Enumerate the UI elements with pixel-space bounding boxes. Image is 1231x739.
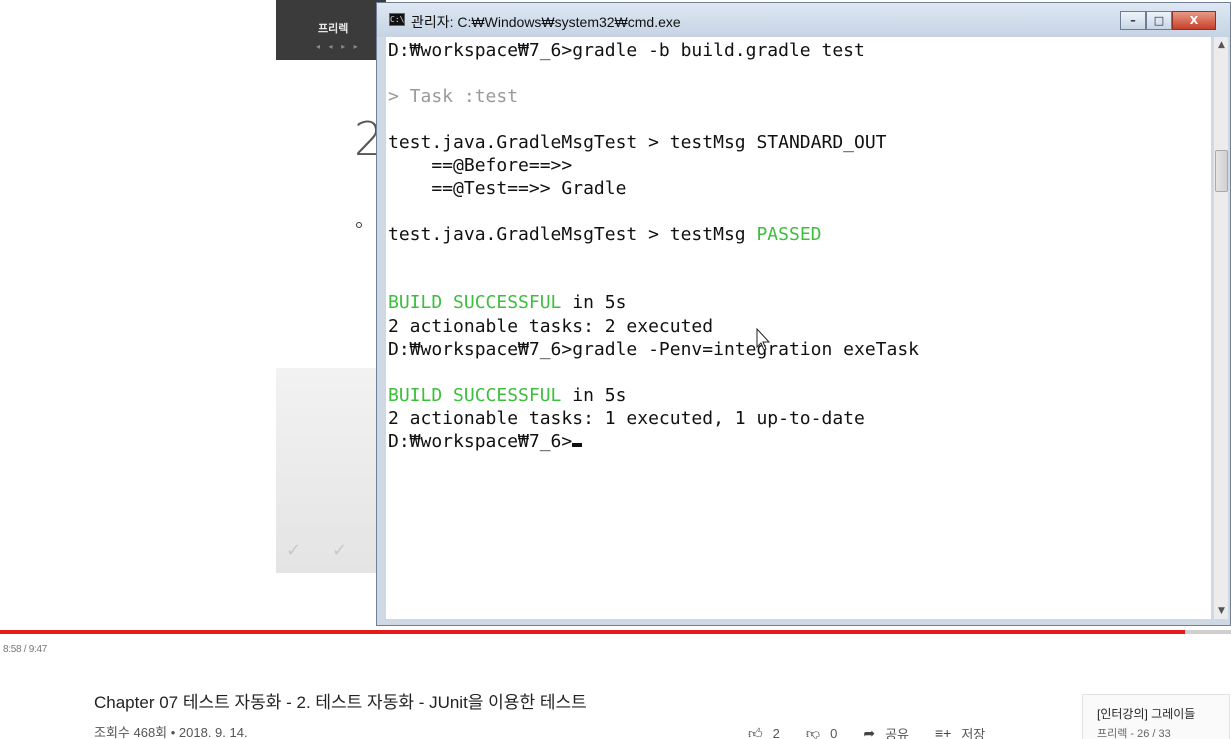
slide-brand: 프리렉: [318, 22, 349, 35]
window-titlebar[interactable]: C:\ 관리자: C:₩Windows₩system32₩cmd.exe – □…: [377, 3, 1230, 37]
console-line: > Task :test: [388, 86, 519, 107]
slide-bullet-icon: [356, 222, 362, 228]
console-line: ==@Test==>> Gradle: [388, 178, 627, 199]
playlist-title: [인터강의] 그레이들: [1097, 707, 1196, 721]
thumbs-down-icon: 👎︎: [805, 724, 821, 739]
console-prompt: D:₩workspace₩7_6>: [388, 431, 573, 452]
thumbs-up-icon: 👍︎: [748, 724, 763, 739]
console-line: 2 actionable tasks: 1 executed, 1 up-to-…: [388, 408, 865, 429]
console-line: 2 actionable tasks: 2 executed: [388, 316, 714, 337]
window-title: 관리자: C:₩Windows₩system32₩cmd.exe: [411, 14, 681, 30]
passed-text: PASSED: [756, 224, 822, 245]
console-text: test.java.GradleMsgTest > testMsg: [388, 224, 757, 245]
like-count: 2: [772, 725, 780, 739]
console-text: in 5s: [561, 385, 627, 406]
cmd-icon: C:\: [389, 13, 405, 26]
maximize-button[interactable]: □: [1146, 11, 1172, 30]
playlist-position: 프리렉 - 26 / 33: [1097, 728, 1171, 739]
playlist-panel[interactable]: [인터강의] 그레이들 프리렉 - 26 / 33: [1082, 694, 1230, 739]
slide-nav-dots: ◂ ◂ ▸ ▸: [316, 42, 361, 51]
scrollbar-thumb[interactable]: [1215, 150, 1228, 192]
console-line: BUILD SUCCESSFUL in 5s: [388, 385, 626, 407]
minimize-button[interactable]: –: [1120, 11, 1146, 30]
save-label: 저장: [961, 726, 986, 739]
console-line: BUILD SUCCESSFUL in 5s: [388, 292, 626, 314]
background-slide: 프리렉 ◂ ◂ ▸ ▸ 2 ✓ ✓: [276, 0, 386, 573]
close-button[interactable]: X: [1172, 11, 1216, 30]
window-controls: – □ X: [1120, 11, 1216, 31]
vertical-scrollbar[interactable]: ▲ ▼: [1213, 37, 1228, 619]
console-output[interactable]: D:₩workspace₩7_6>gradle -b build.gradle …: [386, 37, 1211, 619]
video-progress-fill[interactable]: [0, 630, 1185, 634]
console-line: test.java.GradleMsgTest > testMsg PASSED: [388, 224, 822, 246]
console-prompt-line[interactable]: D:₩workspace₩7_6>: [388, 431, 583, 453]
console-line: test.java.GradleMsgTest > testMsg STANDA…: [388, 132, 887, 153]
share-button[interactable]: ➦ 공유: [863, 724, 909, 739]
check-icon: ✓: [286, 540, 302, 561]
share-icon: ➦: [863, 724, 876, 739]
dislike-count: 0: [830, 725, 838, 739]
check-icon: ✓: [332, 540, 348, 561]
console-text: in 5s: [561, 292, 627, 313]
dislike-button[interactable]: 👎︎ 0: [806, 725, 837, 739]
console-line: D:₩workspace₩7_6>gradle -b build.gradle …: [388, 40, 865, 61]
save-button[interactable]: ≡+ 저장: [935, 724, 985, 739]
video-title: Chapter 07 테스트 자동화 - 2. 테스트 자동화 - JUnit을…: [94, 693, 587, 712]
like-button[interactable]: 👍︎ 2: [748, 725, 780, 739]
console-line: ==@Before==>>: [388, 155, 573, 176]
share-label: 공유: [885, 726, 909, 739]
console-line: D:₩workspace₩7_6>gradle -Penv=integratio…: [388, 339, 920, 360]
text-cursor: [572, 443, 583, 447]
cmd-window[interactable]: C:\ 관리자: C:₩Windows₩system32₩cmd.exe – □…: [376, 2, 1231, 626]
playlist-add-icon: ≡+: [934, 725, 952, 739]
video-meta: 조회수 468회 • 2018. 9. 14.: [94, 725, 248, 739]
video-timecode: 8:58 / 9:47: [3, 644, 47, 655]
mouse-pointer-icon: [756, 328, 771, 351]
build-success-text: BUILD SUCCESSFUL: [388, 292, 562, 313]
scroll-up-icon[interactable]: ▲: [1214, 37, 1229, 53]
video-actions: 👍︎ 2 👎︎ 0 ➦ 공유 ≡+ 저장: [748, 725, 1011, 739]
scroll-down-icon[interactable]: ▼: [1214, 603, 1229, 619]
slide-header: 프리렉 ◂ ◂ ▸ ▸: [276, 0, 386, 60]
build-success-text: BUILD SUCCESSFUL: [388, 385, 562, 406]
